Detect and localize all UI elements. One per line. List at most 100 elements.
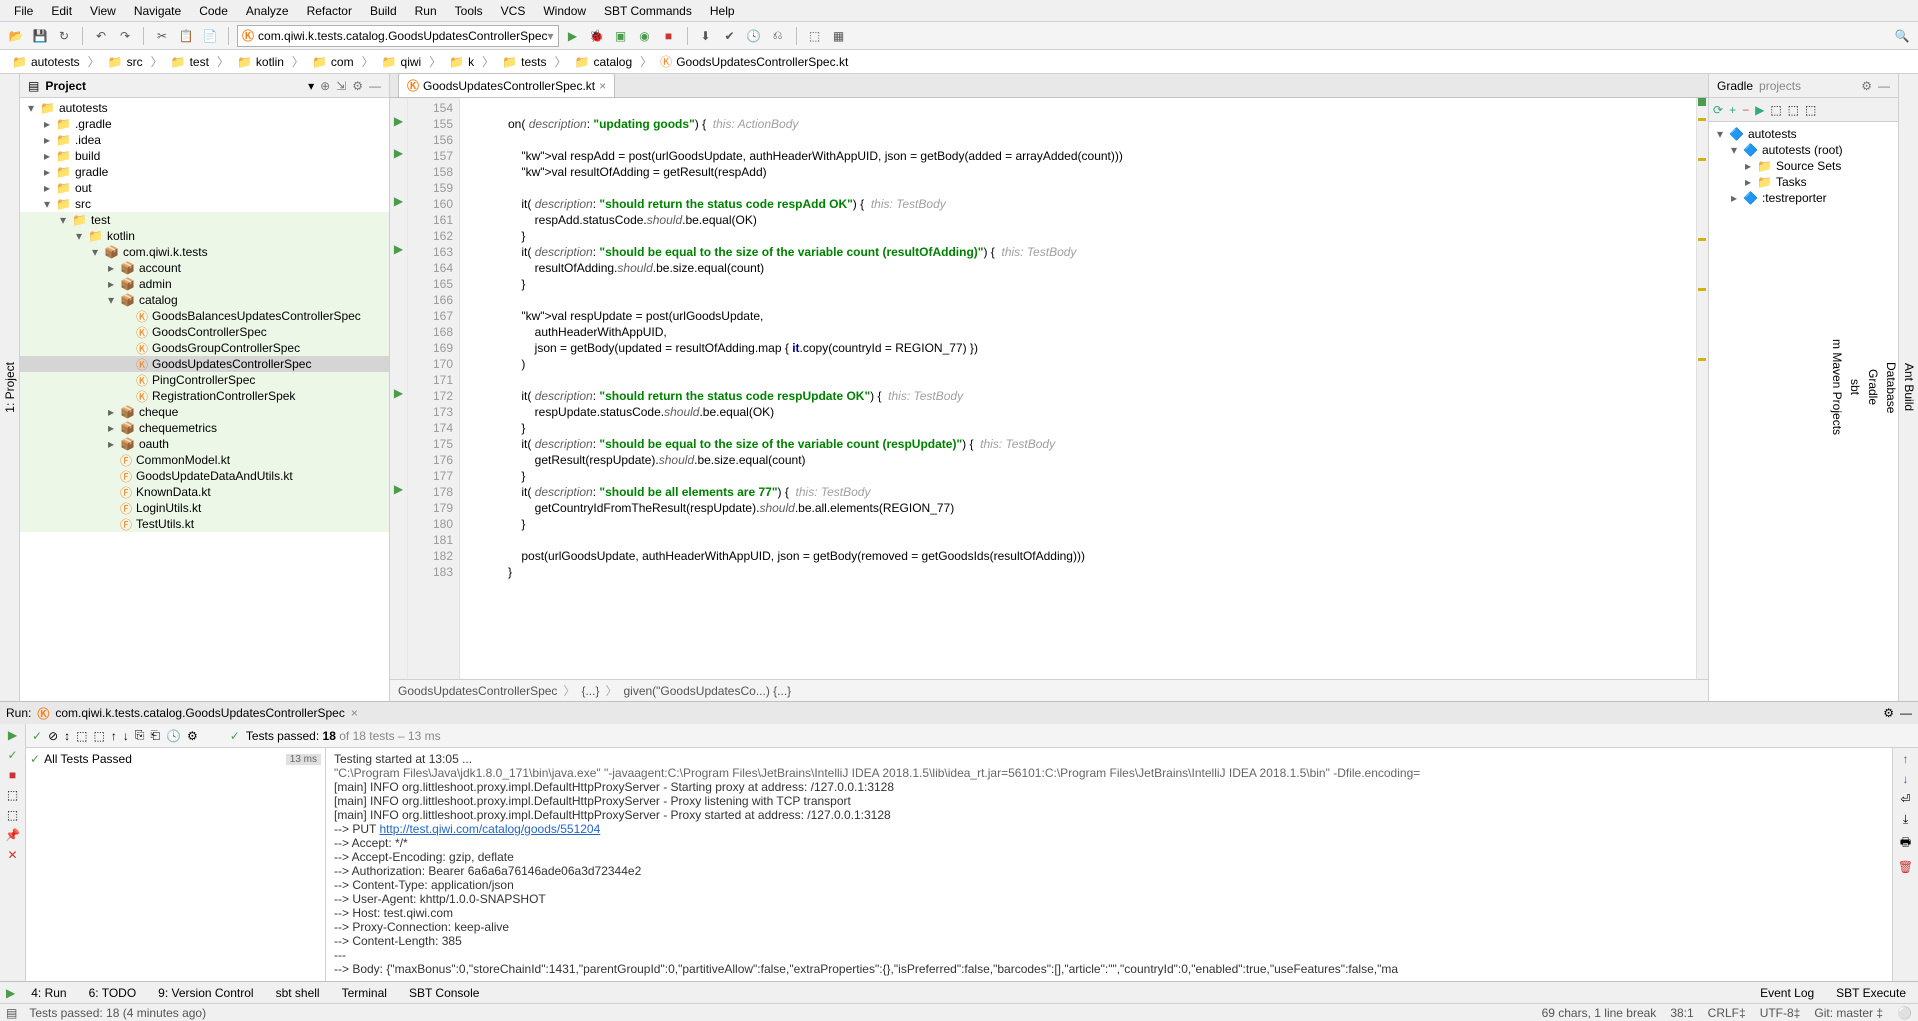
run-icon[interactable]: ▶ (563, 26, 583, 46)
test-tree[interactable]: ✓ All Tests Passed 13 ms (26, 748, 326, 981)
remove-icon[interactable]: − (1742, 103, 1749, 117)
tree-twistie-icon[interactable]: ▾ (90, 245, 100, 259)
menu-help[interactable]: Help (702, 2, 743, 20)
execute-icon[interactable]: ▶ (1755, 103, 1764, 117)
tool-tab[interactable]: 1: Project (1, 354, 19, 421)
gear-icon[interactable]: ⚙ (187, 729, 198, 743)
breadcrumb-item[interactable]: 📁catalog (569, 55, 639, 69)
gradle-tree-item[interactable]: ▾🔷autotests (root) (1713, 142, 1894, 158)
settings-icon[interactable]: ⬚ (1805, 103, 1816, 117)
menu-analyze[interactable]: Analyze (238, 2, 297, 20)
tree-item[interactable]: ▾📁autotests (20, 100, 389, 116)
bottom-tab[interactable]: Event Log (1754, 986, 1820, 1000)
breadcrumb-item[interactable]: 📁kotlin (231, 55, 290, 69)
gear-icon[interactable]: ⚙ (352, 79, 363, 93)
gradle-tree-item[interactable]: ▸🔷:testreporter (1713, 190, 1894, 206)
tree-twistie-icon[interactable]: ▸ (106, 437, 116, 451)
filter-icon[interactable]: ⊘ (48, 729, 58, 743)
tree-item[interactable]: ▸📁gradle (20, 164, 389, 180)
gradle-tree-item[interactable]: ▸📁Source Sets (1713, 158, 1894, 174)
tree-item[interactable]: ▸📦cheque (20, 404, 389, 420)
dump-icon[interactable]: ⬚ (7, 788, 18, 802)
cut-icon[interactable]: ✂ (152, 26, 172, 46)
copy-icon[interactable]: 📋 (176, 26, 196, 46)
gear-icon[interactable]: ⚙ (1883, 706, 1894, 720)
ok-icon[interactable]: ✓ (32, 729, 42, 743)
menu-view[interactable]: View (82, 2, 124, 20)
status-widget[interactable]: 38:1 (1670, 1006, 1693, 1020)
tree-item[interactable]: ▸📁.gradle (20, 116, 389, 132)
tree-item[interactable]: ▸📁.idea (20, 132, 389, 148)
status-widget[interactable]: Git: master ‡ (1814, 1006, 1883, 1020)
tree-twistie-icon[interactable]: ▸ (106, 421, 116, 435)
tool-tab[interactable]: 7: Structure (0, 348, 1, 426)
debug-icon[interactable]: 🐞 (587, 26, 607, 46)
bottom-tab[interactable]: sbt shell (270, 986, 326, 1000)
hide-icon[interactable]: — (369, 79, 381, 93)
stop-icon[interactable]: ■ (9, 768, 16, 782)
expand-icon[interactable]: ⬚ (76, 729, 87, 743)
tree-item[interactable]: ⒻCommonModel.kt (20, 452, 389, 468)
status-widget[interactable]: 69 chars, 1 line break (1542, 1006, 1657, 1020)
sbt-icon[interactable]: ▦ (829, 26, 849, 46)
collapse-icon[interactable]: ⬚ (93, 729, 104, 743)
tree-item[interactable]: ⓀGoodsUpdatesControllerSpec (20, 356, 389, 372)
tool-tab[interactable]: Database (1882, 354, 1900, 421)
vcs-commit-icon[interactable]: ✔ (720, 26, 740, 46)
clear-icon[interactable]: 🗑 (1898, 860, 1913, 874)
next-icon[interactable]: ↓ (123, 729, 129, 743)
menu-vcs[interactable]: VCS (493, 2, 534, 20)
projects-tab[interactable]: projects (1759, 79, 1801, 93)
tree-item[interactable]: ⓀRegistrationControllerSpek (20, 388, 389, 404)
scroll-end-icon[interactable]: ⤓ (1903, 812, 1908, 827)
gradle-tree-item[interactable]: ▾🔷autotests (1713, 126, 1894, 142)
redo-icon[interactable]: ↷ (115, 26, 135, 46)
tree-twistie-icon[interactable]: ▸ (42, 117, 52, 131)
tree-item[interactable]: ▾📁src (20, 196, 389, 212)
editor-bc-item[interactable]: given("GoodsUpdatesCo...) {...} (623, 684, 791, 698)
history-icon[interactable]: 🕓 (166, 729, 181, 743)
tree-twistie-icon[interactable]: ▸ (42, 181, 52, 195)
search-icon[interactable]: 🔍 (1892, 26, 1912, 46)
tree-twistie-icon[interactable]: ▸ (42, 149, 52, 163)
tree-item[interactable]: ▾📁test (20, 212, 389, 228)
import-icon[interactable]: ⎗ (150, 728, 160, 743)
tool-tab[interactable]: Gradle (1864, 361, 1882, 413)
breadcrumb-item[interactable]: 📁tests (496, 55, 552, 69)
status-widget[interactable]: CRLF‡ (1708, 1006, 1746, 1020)
rerun-icon[interactable]: ▶ (8, 728, 17, 742)
vcs-rollback-icon[interactable]: ⎌ (768, 26, 788, 46)
tree-item[interactable]: ⒻGoodsUpdateDataAndUtils.kt (20, 468, 389, 484)
console-output[interactable]: Testing started at 13:05 ..."C:\Program … (326, 748, 1892, 981)
tree-twistie-icon[interactable]: ▾ (106, 293, 116, 307)
toggle-auto-icon[interactable]: ✓ (7, 748, 17, 762)
menu-refactor[interactable]: Refactor (299, 2, 360, 20)
prev-icon[interactable]: ↑ (111, 729, 117, 743)
collapse-icon[interactable]: ⇲ (336, 79, 346, 93)
down-icon[interactable]: ↓ (1903, 772, 1909, 786)
coverage-icon[interactable]: ▣ (611, 26, 631, 46)
close-icon[interactable]: × (599, 79, 606, 93)
breadcrumb-item[interactable]: 📁k (443, 55, 480, 69)
paste-icon[interactable]: 📄 (200, 26, 220, 46)
tool-tab[interactable]: sbt (1846, 371, 1864, 403)
menu-navigate[interactable]: Navigate (126, 2, 189, 20)
menu-build[interactable]: Build (362, 2, 405, 20)
bottom-tab[interactable]: 4: Run (25, 986, 72, 1000)
save-all-icon[interactable]: 💾 (30, 26, 50, 46)
expand-icon[interactable]: ⬚ (1770, 103, 1781, 117)
close-icon[interactable]: × (351, 706, 358, 720)
menu-tools[interactable]: Tools (447, 2, 491, 20)
editor-bc-item[interactable]: GoodsUpdatesControllerSpec (398, 684, 557, 698)
layout-icon[interactable]: ⬚ (7, 808, 18, 822)
hide-icon[interactable]: — (1900, 706, 1912, 720)
bottom-tab[interactable]: 6: TODO (83, 986, 143, 1000)
run-config-dropdown[interactable]: Ⓚ com.qiwi.k.tests.catalog.GoodsUpdatesC… (237, 25, 559, 47)
tree-item[interactable]: ▾📦com.qiwi.k.tests (20, 244, 389, 260)
open-file-icon[interactable]: 📂 (6, 26, 26, 46)
gear-icon[interactable]: ⚙ (1861, 79, 1872, 93)
bottom-tab[interactable]: SBT Execute (1830, 986, 1912, 1000)
tree-item[interactable]: ▾📦catalog (20, 292, 389, 308)
gradle-tree-item[interactable]: ▸📁Tasks (1713, 174, 1894, 190)
menu-sbt-commands[interactable]: SBT Commands (596, 2, 700, 20)
